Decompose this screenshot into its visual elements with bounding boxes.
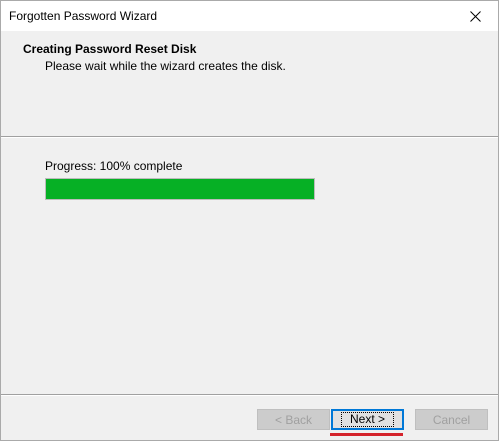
cancel-button[interactable]: Cancel [415, 409, 488, 430]
highlight-underline [330, 433, 403, 436]
next-button-label: Next > [340, 412, 394, 427]
wizard-header: Creating Password Reset Disk Please wait… [1, 31, 498, 136]
progress-fill [46, 179, 314, 199]
page-title: Creating Password Reset Disk [23, 42, 197, 56]
wizard-content: Progress: 100% complete [1, 138, 498, 394]
page-subtitle: Please wait while the wizard creates the… [45, 59, 286, 73]
progress-bar [45, 178, 315, 200]
window-title: Forgotten Password Wizard [9, 9, 158, 23]
title-bar: Forgotten Password Wizard [1, 1, 498, 31]
back-button[interactable]: < Back [257, 409, 330, 430]
progress-label: Progress: 100% complete [45, 159, 183, 173]
close-button[interactable] [453, 1, 498, 31]
footer-divider [1, 394, 498, 396]
close-icon [470, 10, 481, 22]
next-button[interactable]: Next > [331, 409, 404, 430]
wizard-window: Forgotten Password Wizard Creating Passw… [0, 0, 499, 441]
